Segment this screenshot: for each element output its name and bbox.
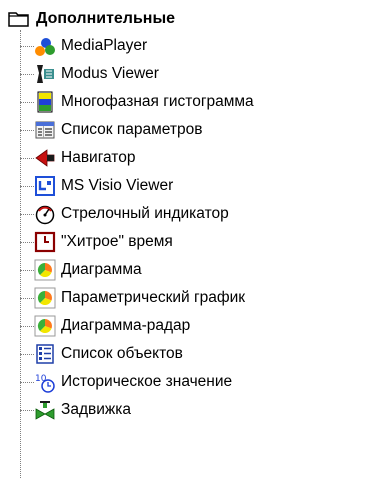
tree-item-mediaplayer[interactable]: MediaPlayer — [20, 32, 147, 60]
tree-item-dial-indicator[interactable]: Стрелочный индикатор — [20, 200, 229, 228]
dial-indicator-icon — [34, 203, 56, 225]
tree-item-historic-value[interactable]: 10 Историческое значение — [20, 368, 232, 396]
pie-chart-icon — [34, 287, 56, 309]
multiphase-histogram-icon — [34, 91, 56, 113]
tree-item-label: Навигатор — [61, 149, 136, 166]
folder-icon — [8, 10, 30, 28]
tree-item-navigator[interactable]: Навигатор — [20, 144, 135, 172]
tree-item-label: MediaPlayer — [61, 37, 148, 54]
tree-item-object-list[interactable]: Список объектов — [20, 340, 183, 368]
modus-viewer-icon — [34, 63, 56, 85]
tree-item-label: Стрелочный индикатор — [61, 205, 229, 222]
tree-item-tricky-time[interactable]: "Хитрое" время — [20, 228, 173, 256]
tree-item-label: "Хитрое" время — [61, 233, 173, 250]
tree-item-visio-viewer[interactable]: MS Visio Viewer — [20, 172, 173, 200]
tree-item-modus-viewer[interactable]: Modus Viewer — [20, 60, 159, 88]
tree-item-label: Историческое значение — [61, 373, 233, 390]
tree-root-label: Дополнительные — [36, 10, 176, 27]
tree-item-label: Список объектов — [61, 345, 183, 362]
tree-item-parametric-chart[interactable]: Параметрический график — [20, 284, 245, 312]
tree-item-label: Многофазная гистограмма — [61, 93, 254, 110]
pie-chart-icon — [34, 259, 56, 281]
parameter-list-icon — [34, 119, 56, 141]
tree-item-label: Modus Viewer — [61, 65, 159, 82]
valve-icon — [34, 399, 56, 421]
tree-item-parameter-list[interactable]: Список параметров — [20, 116, 202, 144]
pie-chart-icon — [34, 315, 56, 337]
tree-item-label: Диаграмма-радар — [61, 317, 191, 334]
tree-item-label: Задвижка — [61, 401, 132, 418]
tree-item-label: MS Visio Viewer — [61, 177, 174, 194]
visio-viewer-icon — [34, 175, 56, 197]
object-list-icon — [34, 343, 56, 365]
tree-item-label: Диаграмма — [61, 261, 142, 278]
tree-item-label: Параметрический график — [61, 289, 246, 306]
tree-item-radar-chart[interactable]: Диаграмма-радар — [20, 312, 190, 340]
tree-item-multiphase-histogram[interactable]: Многофазная гистограмма — [20, 88, 254, 116]
media-player-icon — [34, 35, 56, 57]
tree-root-node[interactable]: Дополнительные — [8, 8, 175, 30]
tree-item-label: Список параметров — [61, 121, 203, 138]
tricky-time-icon — [34, 231, 56, 253]
historic-value-icon: 10 — [34, 371, 56, 393]
navigator-icon — [34, 147, 56, 169]
component-tree: Дополнительные MediaPlayer Modus Viewer — [0, 0, 370, 486]
tree-item-chart[interactable]: Диаграмма — [20, 256, 142, 284]
tree-item-valve[interactable]: Задвижка — [20, 396, 131, 424]
